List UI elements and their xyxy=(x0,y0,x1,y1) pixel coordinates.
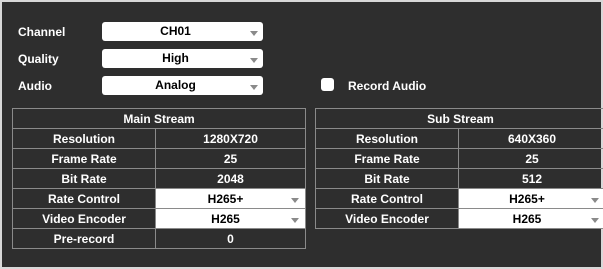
table-row: Sub Stream xyxy=(315,108,603,129)
sub-stream-table: Sub Stream Resolution 640X360 Frame Rate… xyxy=(315,108,603,229)
quality-select[interactable]: High xyxy=(102,49,263,68)
table-row: Main Stream xyxy=(11,108,307,129)
table-row: Frame Rate 25 xyxy=(12,148,307,169)
main-pre-record-label: Pre-record xyxy=(12,228,156,249)
sub-rate-control-select[interactable]: H265+ xyxy=(458,188,603,209)
record-audio-label: Record Audio xyxy=(348,79,427,93)
sub-stream-title: Sub Stream xyxy=(315,108,603,129)
table-row: Rate Control H265+ xyxy=(12,188,307,209)
sub-frame-rate-value: 25 xyxy=(458,148,603,169)
sub-resolution-value: 640X360 xyxy=(458,128,603,149)
sub-video-encoder-value: H265 xyxy=(512,211,542,226)
channel-label: Channel xyxy=(18,25,66,39)
chevron-down-icon xyxy=(590,189,599,209)
main-video-encoder-label: Video Encoder xyxy=(12,208,156,229)
table-row: Bit Rate 512 xyxy=(315,168,603,189)
sub-frame-rate-label: Frame Rate xyxy=(315,148,459,169)
table-row: Rate Control H265+ xyxy=(315,188,603,209)
chevron-down-icon xyxy=(290,209,299,229)
table-row: Pre-record 0 xyxy=(12,228,307,249)
main-bit-rate-value: 2048 xyxy=(154,168,307,189)
table-row: Bit Rate 2048 xyxy=(12,168,307,189)
main-resolution-value: 1280X720 xyxy=(154,128,307,149)
sub-resolution-label: Resolution xyxy=(315,128,459,149)
main-stream-table: Main Stream Resolution 1280X720 Frame Ra… xyxy=(11,108,307,249)
main-resolution-label: Resolution xyxy=(12,128,156,149)
sub-video-encoder-label: Video Encoder xyxy=(315,208,459,229)
chevron-down-icon xyxy=(590,209,599,229)
main-rate-control-value: H265+ xyxy=(207,191,244,206)
table-row: Video Encoder H265 xyxy=(12,208,307,229)
main-bit-rate-label: Bit Rate xyxy=(12,168,156,189)
chevron-down-icon xyxy=(249,22,258,41)
main-rate-control-label: Rate Control xyxy=(12,188,156,209)
channel-value: CH01 xyxy=(160,24,191,38)
main-video-encoder-select[interactable]: H265 xyxy=(154,208,307,229)
quality-label: Quality xyxy=(18,52,59,66)
sub-video-encoder-select[interactable]: H265 xyxy=(458,208,603,229)
table-row: Frame Rate 25 xyxy=(315,148,603,169)
sub-bit-rate-label: Bit Rate xyxy=(315,168,459,189)
chevron-down-icon xyxy=(249,49,258,68)
table-row: Resolution 640X360 xyxy=(315,128,603,149)
audio-value: Analog xyxy=(155,78,196,92)
main-video-encoder-value: H265 xyxy=(211,211,240,226)
main-stream-title: Main Stream xyxy=(11,108,307,129)
main-rate-control-select[interactable]: H265+ xyxy=(154,188,307,209)
record-audio-checkbox[interactable] xyxy=(321,78,334,91)
channel-select[interactable]: CH01 xyxy=(102,22,263,41)
quality-value: High xyxy=(162,51,189,65)
chevron-down-icon xyxy=(249,76,258,95)
audio-label: Audio xyxy=(18,79,52,93)
table-row: Video Encoder H265 xyxy=(315,208,603,229)
table-row: Resolution 1280X720 xyxy=(12,128,307,149)
sub-rate-control-label: Rate Control xyxy=(315,188,459,209)
main-frame-rate-value: 25 xyxy=(154,148,307,169)
audio-select[interactable]: Analog xyxy=(102,76,263,95)
main-frame-rate-label: Frame Rate xyxy=(12,148,156,169)
sub-bit-rate-value: 512 xyxy=(458,168,603,189)
sub-rate-control-value: H265+ xyxy=(509,191,545,206)
main-pre-record-value: 0 xyxy=(154,228,307,249)
chevron-down-icon xyxy=(290,189,299,209)
